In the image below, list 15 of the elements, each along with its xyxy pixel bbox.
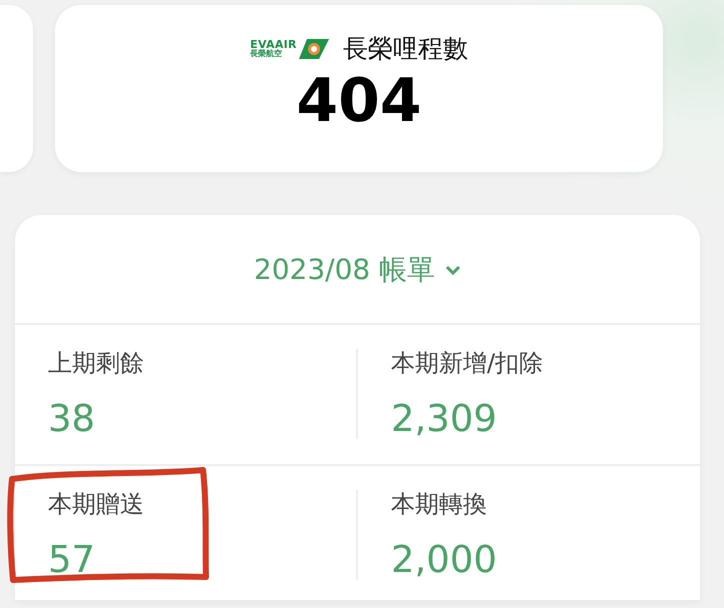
chevron-down-icon bbox=[445, 265, 462, 275]
stat-label: 本期新增/扣除 bbox=[391, 348, 544, 379]
stat-label: 本期贈送 bbox=[48, 489, 144, 520]
stat-value: 2,309 bbox=[391, 397, 497, 440]
card-title: 長榮哩程數 bbox=[342, 33, 468, 65]
tail-logo-icon bbox=[298, 38, 329, 58]
stat-value: 57 bbox=[48, 538, 96, 581]
stat-label: 上期剩餘 bbox=[48, 348, 144, 379]
miles-value: 404 bbox=[296, 71, 422, 131]
stat-label: 本期轉換 bbox=[391, 489, 487, 520]
period-selector[interactable]: 2023/08 帳單 bbox=[254, 251, 462, 289]
stat-value: 2,000 bbox=[391, 538, 497, 581]
stat-value: 38 bbox=[48, 397, 96, 440]
logo-text: EVAAIR bbox=[250, 39, 297, 50]
logo-text: 長榮航空 bbox=[250, 50, 284, 58]
